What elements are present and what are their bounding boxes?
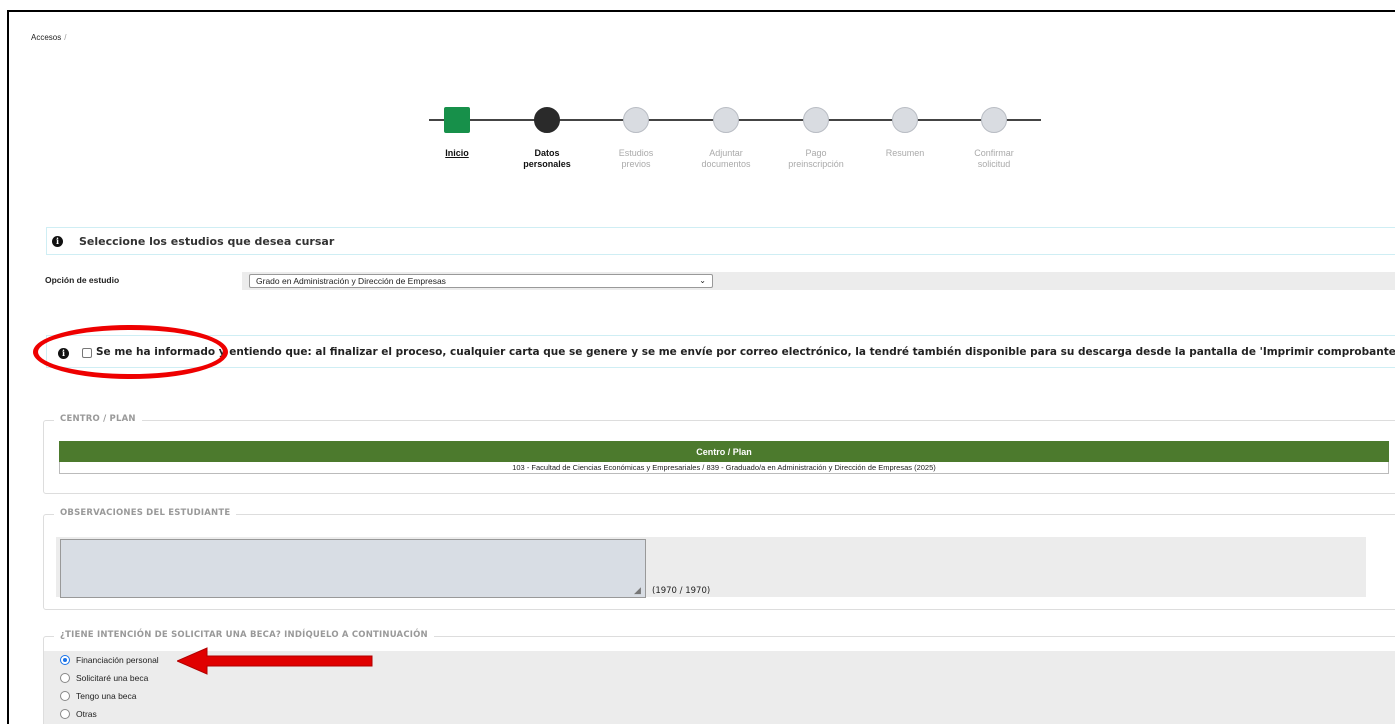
radio-button[interactable] [60,709,70,719]
acknowledgement-checkbox[interactable] [82,348,92,358]
step-label-resumen: Resumen [885,148,925,158]
acknowledgement-box: i Se me ha informado y entiendo que: al … [46,335,1395,368]
radio-button-selected[interactable] [60,655,70,665]
study-option-select[interactable]: Grado en Administración y Dirección de E… [249,274,713,288]
breadcrumb-item-accesos[interactable]: Accesos [31,33,61,42]
resize-grip-icon[interactable]: ◢ [634,587,1395,607]
step-node-datos-personales [534,107,560,133]
step-label-inicio[interactable]: Inicio [412,148,502,159]
step-node-inicio[interactable] [444,107,470,133]
observaciones-textarea[interactable] [60,539,646,598]
character-counter: (1970 / 1970) [652,586,711,596]
observaciones-legend: OBSERVACIONES DEL ESTUDIANTE [54,508,237,518]
breadcrumb-separator: / [64,33,67,42]
study-option-row: Opción de estudio Grado en Administració… [37,272,1395,290]
radio-label[interactable]: Solicitaré una beca [76,673,148,683]
info-message-box: i Seleccione los estudios que desea curs… [46,227,1395,255]
radio-label[interactable]: Tengo una beca [76,691,137,701]
step-label-pago-preinscripcion: Pago preinscripción [788,148,844,169]
table-row: 103 - Facultad de Ciencias Económicas y … [59,461,1389,474]
radio-label[interactable]: Financiación personal [76,655,159,665]
study-option-label: Opción de estudio [45,275,120,285]
chevron-down-icon: ⌄ [699,276,706,285]
step-label-datos-personales: Datos personales [523,148,571,169]
red-arrow-annotation [177,647,373,675]
radio-button[interactable] [60,691,70,701]
info-icon: i [58,348,69,359]
centro-plan-legend: CENTRO / PLAN [54,414,142,424]
info-message-text: Seleccione los estudios que desea cursar [79,235,335,248]
step-node-confirmar-solicitud [981,107,1007,133]
beca-legend: ¿TIENE INTENCIÓN DE SOLICITAR UNA BECA? … [54,630,434,640]
step-node-resumen [892,107,918,133]
table-header-cell: Centro / Plan [59,441,1389,462]
table-header-row: Centro / Plan [59,441,1389,462]
step-node-adjuntar-documentos [713,107,739,133]
centro-plan-section: CENTRO / PLAN Centro / Plan 103 - Facult… [43,414,1395,494]
step-node-pago-preinscripcion [803,107,829,133]
radio-label[interactable]: Otras [76,709,97,719]
radio-button[interactable] [60,673,70,683]
page-frame: Accesos / Inicio Datos personales Estudio… [7,10,1395,724]
study-option-selected-value: Grado en Administración y Dirección de E… [256,276,446,286]
step-node-estudios-previos [623,107,649,133]
observaciones-section: OBSERVACIONES DEL ESTUDIANTE ◢ (1970 / 1… [43,508,1395,610]
table-cell: 103 - Facultad de Ciencias Económicas y … [59,461,1389,474]
centro-plan-table: Centro / Plan 103 - Facultad de Ciencias… [59,441,1389,474]
acknowledgement-text[interactable]: Se me ha informado y entiendo que: al fi… [96,346,1395,358]
step-label-estudios-previos: Estudios previos [618,148,654,169]
step-label-adjuntar-documentos: Adjuntar documentos [701,148,751,169]
info-icon: i [52,236,63,247]
breadcrumb: Accesos / [31,33,66,42]
step-label-confirmar-solicitud: Confirmar solicitud [974,148,1014,169]
